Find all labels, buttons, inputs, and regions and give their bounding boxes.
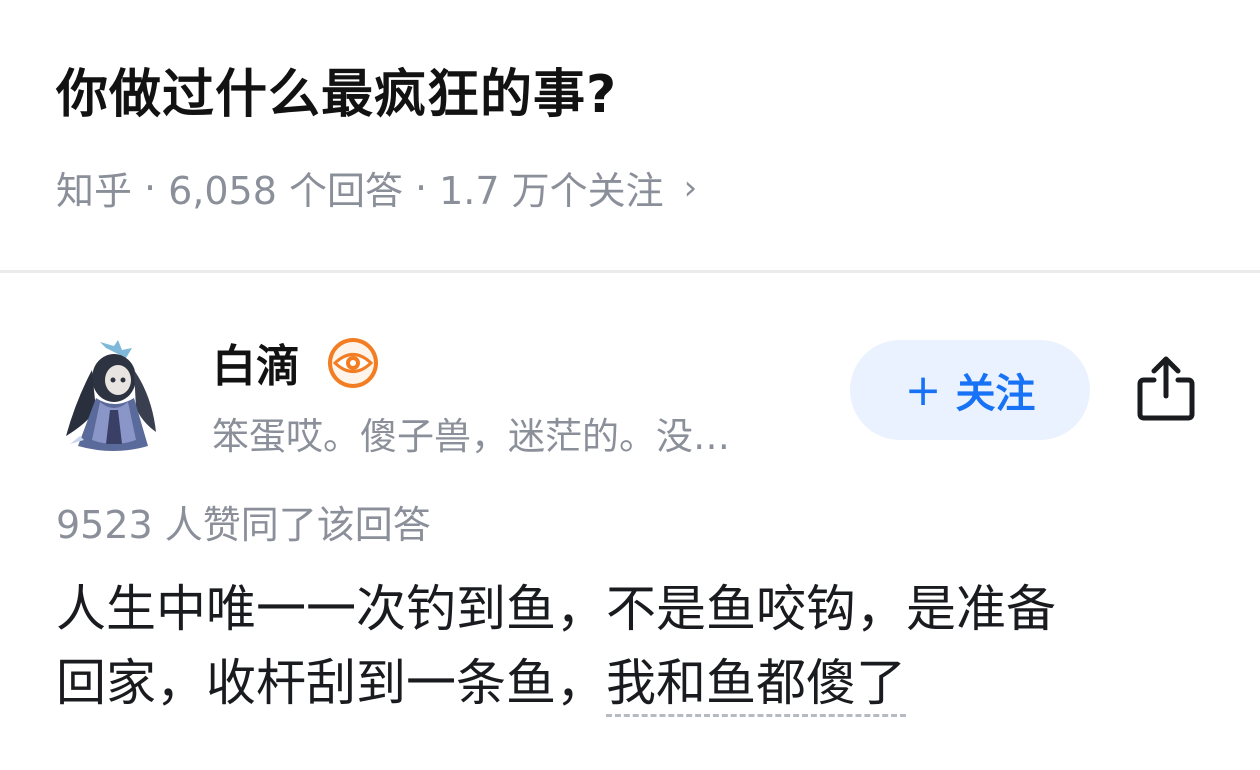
answer-count: 6,058 个回答 bbox=[168, 169, 403, 213]
section-divider bbox=[0, 270, 1260, 273]
follower-count: 1.7 万个关注 bbox=[439, 169, 664, 213]
answer-line: 人生中唯一一次钓到鱼，不是鱼咬钩，是准备 bbox=[56, 580, 1056, 638]
answer-text: 回家，收杆刮到一条鱼， bbox=[56, 654, 606, 712]
upvote-count: 9523 人赞同了该回答 bbox=[56, 503, 431, 547]
follow-button[interactable]: + 关注 bbox=[850, 340, 1090, 440]
eye-badge-icon bbox=[328, 338, 378, 388]
meta-separator: · bbox=[414, 165, 428, 210]
author-bio[interactable]: 笨蛋哎。傻子兽，迷茫的。没… bbox=[212, 406, 730, 460]
answer-body[interactable]: 人生中唯一一次钓到鱼，不是鱼咬钩，是准备 回家，收杆刮到一条鱼，我和鱼都傻了 bbox=[56, 572, 1206, 720]
answer-line: 回家，收杆刮到一条鱼，我和鱼都傻了 bbox=[56, 646, 1206, 720]
follow-label: 关注 bbox=[955, 371, 1036, 417]
share-icon[interactable] bbox=[1130, 352, 1202, 424]
author-name[interactable]: 白滴 bbox=[212, 330, 300, 394]
chevron-right-icon[interactable]: › bbox=[684, 168, 698, 208]
meta-separator: · bbox=[144, 165, 157, 210]
search-link[interactable]: 我和鱼都傻了 bbox=[606, 654, 906, 717]
avatar[interactable] bbox=[56, 340, 162, 452]
question-meta[interactable]: 知乎 · 6,058 个回答 · 1.7 万个关注 › bbox=[56, 160, 697, 215]
plus-icon: + bbox=[904, 364, 942, 416]
source-label: 知乎 bbox=[56, 169, 133, 213]
question-title[interactable]: 你做过什么最疯狂的事? bbox=[56, 52, 617, 127]
